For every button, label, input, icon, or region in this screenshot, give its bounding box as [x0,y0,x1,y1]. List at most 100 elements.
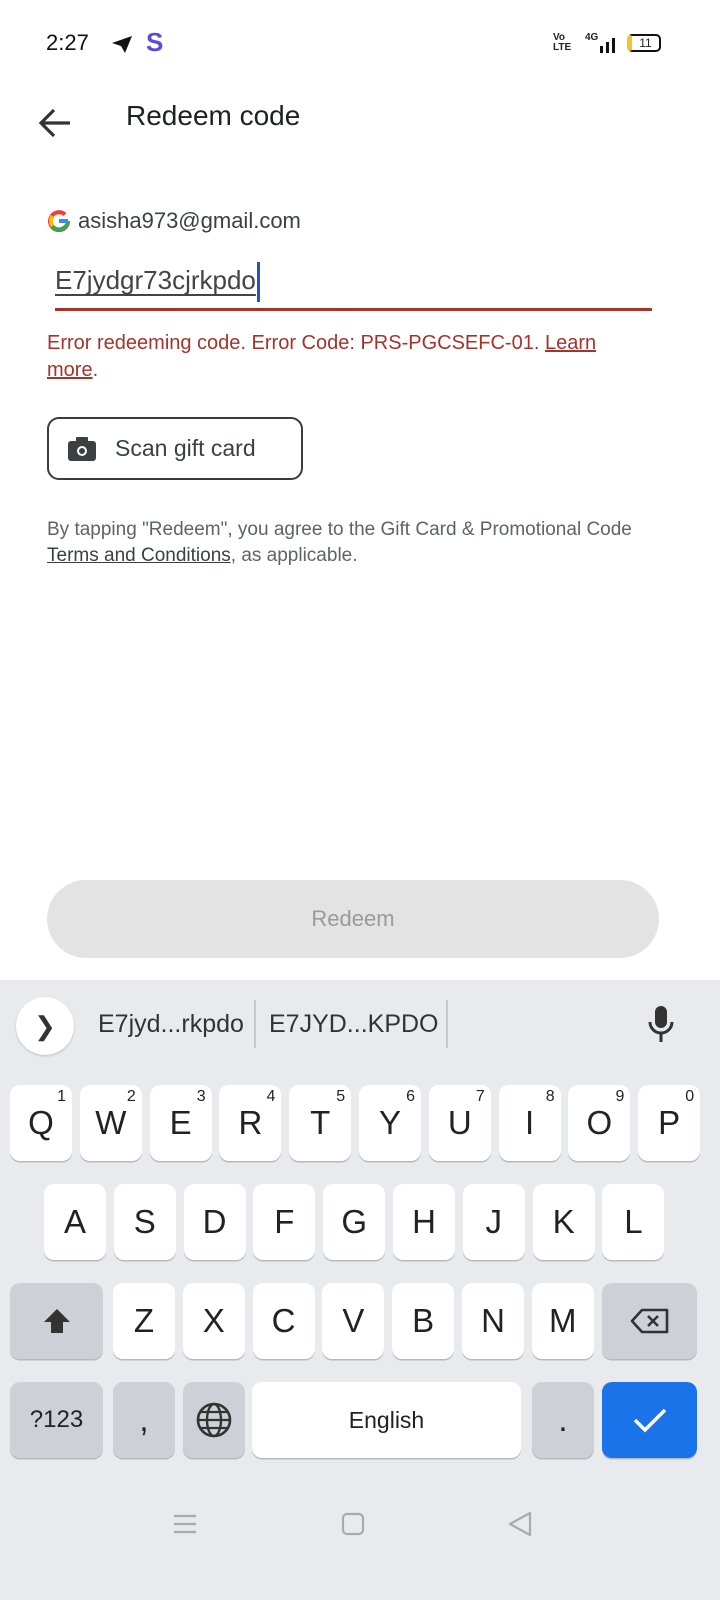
input-error-underline [55,308,652,311]
key-label: Z [133,1302,155,1339]
key-hint: 0 [685,1088,695,1105]
signal-icon [600,38,615,53]
key-t[interactable]: T5 [289,1085,352,1161]
page-title: Redeem code [126,100,301,131]
key-o[interactable]: O9 [568,1085,631,1161]
code-input-value: E7jydgr73cjrkpdo [55,264,256,295]
key-hint: 7 [475,1088,485,1105]
scan-gift-card-button[interactable]: Scan gift card [47,417,303,480]
backspace-icon [630,1308,668,1334]
key-u[interactable]: U7 [428,1085,491,1161]
key-n[interactable]: N [462,1283,524,1359]
key-label: B [412,1302,435,1339]
key-l[interactable]: L [602,1184,665,1260]
terms-before: By tapping "Redeem", you agree to the Gi… [47,519,632,540]
suggestion-1[interactable]: E7jyd...rkpdo [98,1010,244,1039]
key-r[interactable]: R4 [219,1085,282,1161]
shift-icon [43,1309,70,1333]
key-hint: 9 [615,1088,625,1105]
period-key[interactable]: . [532,1382,594,1458]
comma-key[interactable]: , [113,1382,175,1458]
key-label: G [341,1203,368,1240]
key-f[interactable]: F [253,1184,316,1260]
key-label: C [271,1302,296,1339]
key-hint: 6 [406,1088,415,1105]
battery-indicator: 11 [627,34,661,52]
key-label: N [481,1302,505,1339]
key-label: R [238,1104,263,1141]
key-e[interactable]: E3 [149,1085,212,1161]
key-label: S [133,1203,156,1240]
terms-link[interactable]: Terms and Conditions [47,545,231,566]
key-label: O [586,1104,613,1141]
key-label: U [447,1104,472,1141]
key-label: L [624,1203,643,1240]
key-hint: 8 [545,1088,555,1105]
key-x[interactable]: X [182,1283,245,1359]
key-v[interactable]: V [322,1283,385,1359]
key-y[interactable]: Y6 [359,1085,421,1161]
key-h[interactable]: H [393,1184,455,1260]
symbols-key[interactable]: ?123 [10,1382,103,1458]
backspace-key[interactable] [602,1283,697,1359]
key-label: V [342,1302,365,1339]
app-s-icon: S [146,27,164,57]
key-label: Q [28,1104,54,1141]
status-time: 2:27 [46,30,89,55]
telegram-icon [112,36,132,53]
key-j[interactable]: J [462,1184,525,1260]
recents-nav-icon[interactable] [172,1512,198,1536]
error-message: Error redeeming code. Error Code: PRS-PG… [47,330,647,384]
redeem-button[interactable]: Redeem [47,880,659,958]
key-c[interactable]: C [252,1283,315,1359]
key-hint: 4 [266,1088,276,1105]
key-hint: 3 [196,1088,206,1105]
key-k[interactable]: K [532,1184,595,1260]
key-label: , [139,1401,149,1438]
key-q[interactable]: Q1 [10,1085,72,1161]
suggestion-2[interactable]: E7JYD...KPDO [269,1010,439,1039]
key-g[interactable]: G [323,1184,386,1260]
globe-icon [196,1402,232,1438]
key-hint: 2 [126,1088,136,1105]
key-label: X [202,1302,225,1339]
key-i[interactable]: I8 [498,1085,561,1161]
volte-icon: Vo LTE [553,32,572,53]
enter-key[interactable] [602,1382,697,1458]
key-b[interactable]: B [392,1283,455,1359]
key-label: T [310,1104,331,1141]
key-hint: 5 [336,1088,346,1105]
key-label: H [412,1203,436,1240]
terms-text: By tapping "Redeem", you agree to the Gi… [47,517,667,569]
error-period: . [92,359,99,381]
microphone-icon[interactable] [646,1004,676,1044]
expand-toolbar-button[interactable]: ❯ [16,997,74,1055]
checkmark-icon [633,1408,666,1433]
back-nav-icon[interactable] [507,1510,533,1538]
key-label: ?123 [29,1406,84,1433]
space-key[interactable]: English [252,1382,521,1458]
error-text: Error redeeming code. Error Code: PRS-PG… [47,332,545,354]
terms-after: , as applicable. [230,545,358,566]
key-w[interactable]: W2 [79,1085,142,1161]
key-hint: 1 [57,1088,66,1105]
home-nav-icon[interactable] [341,1512,365,1536]
key-label: E [169,1104,192,1141]
back-arrow-icon[interactable] [36,104,74,142]
text-cursor [256,262,260,302]
code-input[interactable]: E7jydgr73cjrkpdo [55,262,260,302]
key-label: A [63,1203,86,1240]
suggestion-divider [446,1000,448,1048]
key-p[interactable]: P0 [638,1085,701,1161]
key-label: K [552,1203,575,1240]
shift-key[interactable] [10,1283,103,1359]
key-s[interactable]: S [113,1184,176,1260]
network-type: 4G [585,32,599,43]
key-d[interactable]: D [183,1184,246,1260]
key-label: J [485,1203,503,1240]
key-m[interactable]: M [531,1283,594,1359]
key-z[interactable]: Z [113,1283,175,1359]
key-label: English [348,1406,425,1433]
key-a[interactable]: A [44,1184,106,1260]
language-key[interactable] [183,1382,245,1458]
